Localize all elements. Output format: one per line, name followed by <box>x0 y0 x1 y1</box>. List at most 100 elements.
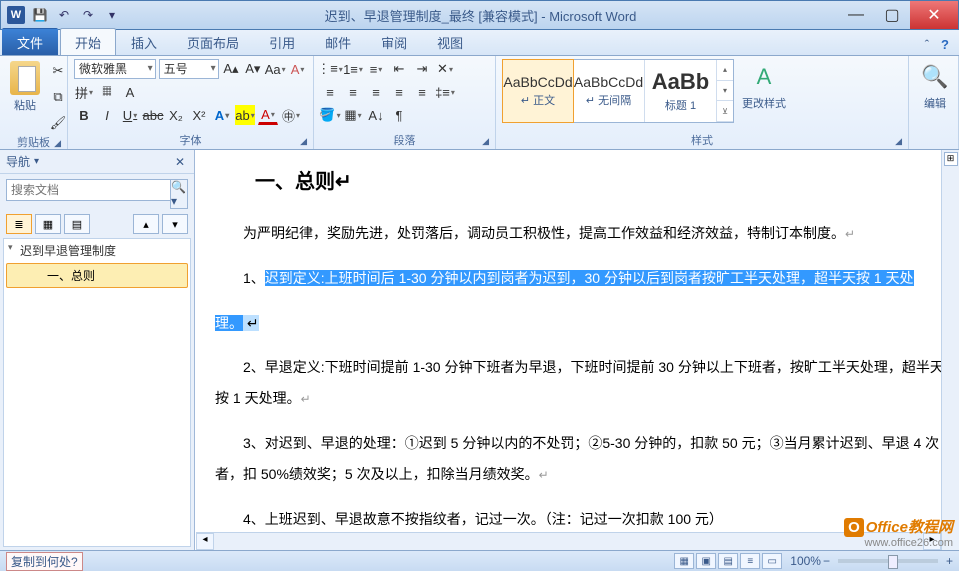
ribbon-minimize-icon[interactable]: ˆ <box>925 37 929 52</box>
italic-button[interactable]: I <box>97 105 117 125</box>
view-print-layout[interactable]: ▦ <box>674 553 694 569</box>
clipboard-launcher[interactable]: ◢ <box>54 138 61 149</box>
sort-button[interactable]: A↓ <box>366 105 386 125</box>
close-button[interactable]: ✕ <box>910 1 958 29</box>
gallery-more[interactable]: ⊻ <box>717 101 733 122</box>
doc-p3[interactable]: 2、早退定义:下班时间提前 1-30 分钟下班者为早退，下班时间提前 30 分钟… <box>215 352 949 414</box>
font-size-combo[interactable]: 五号 <box>159 59 219 79</box>
gallery-down[interactable]: ▾ <box>717 81 733 102</box>
tab-mailings[interactable]: 邮件 <box>310 28 366 55</box>
tab-view[interactable]: 视图 <box>422 28 478 55</box>
doc-p4[interactable]: 3、对迟到、早退的处理：①迟到 5 分钟以内的不处罚；②5-30 分钟的，扣款 … <box>215 428 949 490</box>
page-content[interactable]: 一、总则↵ 为严明纪律，奖励先进，处罚落后，调动员工积极性，提高工作效益和经济效… <box>195 150 959 550</box>
tab-home[interactable]: 开始 <box>60 28 116 55</box>
nav-tab-pages[interactable]: ▦ <box>35 214 61 234</box>
qat-undo[interactable]: ↶ <box>53 4 75 26</box>
nav-tab-results[interactable]: ▤ <box>64 214 90 234</box>
inc-indent-button[interactable]: ⇥ <box>412 59 432 79</box>
font-family-combo[interactable]: 微软雅黑 <box>74 59 156 79</box>
tab-insert[interactable]: 插入 <box>116 28 172 55</box>
bold-button[interactable]: B <box>74 105 94 125</box>
shading-button[interactable]: 🪣 <box>320 105 340 125</box>
doc-p1[interactable]: 为严明纪律，奖励先进，处罚落后，调动员工积极性，提高工作效益和经济效益，特制订本… <box>215 218 949 249</box>
line-spacing-button[interactable]: ‡≡ <box>435 82 455 102</box>
style-normal[interactable]: AaBbCcDd ↵ 正文 <box>502 59 574 123</box>
zoom-level[interactable]: 100% <box>790 554 821 568</box>
align-left-button[interactable]: ≡ <box>320 82 340 102</box>
font-color-button[interactable]: A <box>258 105 278 125</box>
zoom-in[interactable]: + <box>946 554 953 568</box>
styles-gallery[interactable]: AaBbCcDd ↵ 正文 AaBbCcDd ↵ 无间隔 AaBb 标题 1 ▴… <box>502 59 734 123</box>
view-draft[interactable]: ▭ <box>762 553 782 569</box>
nav-next[interactable]: ▾ <box>162 214 188 234</box>
style-nospacing[interactable]: AaBbCcDd ↵ 无间隔 <box>573 60 645 122</box>
char-shading-button[interactable]: A <box>120 82 140 102</box>
tree-root[interactable]: 迟到早退管理制度 <box>4 239 190 262</box>
doc-p2[interactable]: 1、迟到定义:上班时间后 1-30 分钟以内到岗者为迟到，30 分钟以后到岗者按… <box>215 263 949 294</box>
doc-heading[interactable]: 一、总则↵ <box>215 160 949 204</box>
vertical-scrollbar[interactable]: ⊞ <box>941 150 959 550</box>
nav-prev[interactable]: ▴ <box>133 214 159 234</box>
gallery-up[interactable]: ▴ <box>717 60 733 81</box>
clear-format-button[interactable]: A <box>288 59 307 79</box>
phonetic-button[interactable]: 拼 <box>74 82 94 102</box>
nav-tab-headings[interactable]: ≣ <box>6 214 32 234</box>
enclose-button[interactable]: ㊥ <box>281 105 301 125</box>
borders-button[interactable]: ▦ <box>343 105 363 125</box>
numbering-button[interactable]: 1≡ <box>343 59 363 79</box>
align-right-button[interactable]: ≡ <box>366 82 386 102</box>
minimize-button[interactable]: — <box>838 1 874 29</box>
nav-search-button[interactable]: 🔍▾ <box>170 179 188 209</box>
style-heading1[interactable]: AaBb 标题 1 <box>645 60 717 122</box>
align-center-button[interactable]: ≡ <box>343 82 363 102</box>
selected-text[interactable]: 迟到定义:上班时间后 1-30 分钟以内到岗者为迟到，30 分钟以后到岗者按旷工… <box>265 270 914 286</box>
zoom-slider[interactable] <box>838 559 938 563</box>
styles-launcher[interactable]: ◢ <box>895 136 902 147</box>
para-launcher[interactable]: ◢ <box>482 136 489 147</box>
change-styles-button[interactable]: A 更改样式 <box>738 59 790 113</box>
view-outline[interactable]: ≡ <box>740 553 760 569</box>
qat-redo[interactable]: ↷ <box>77 4 99 26</box>
nav-search-input[interactable] <box>6 179 170 201</box>
show-marks-button[interactable]: ¶ <box>389 105 409 125</box>
bullets-button[interactable]: ⋮≡ <box>320 59 340 79</box>
tab-references[interactable]: 引用 <box>254 28 310 55</box>
format-painter-button[interactable]: 🖌 <box>48 113 68 133</box>
paste-button[interactable]: 粘贴 <box>6 59 44 115</box>
grow-font-button[interactable]: A▴ <box>222 59 241 79</box>
maximize-button[interactable]: ▢ <box>874 1 910 29</box>
asian-layout-button[interactable]: ✕ <box>435 59 455 79</box>
dec-indent-button[interactable]: ⇤ <box>389 59 409 79</box>
subscript-button[interactable]: X₂ <box>166 105 186 125</box>
nav-close[interactable]: ✕ <box>172 155 188 169</box>
superscript-button[interactable]: X² <box>189 105 209 125</box>
font-launcher[interactable]: ◢ <box>300 136 307 147</box>
underline-button[interactable]: U <box>120 105 140 125</box>
strike-button[interactable]: abc <box>143 105 163 125</box>
nav-dropdown[interactable]: ▾ <box>34 156 39 167</box>
doc-p5[interactable]: 4、上班迟到、早退故意不按指纹者，记过一次。（注：记过一次扣款 100 元） <box>215 504 949 535</box>
help-icon[interactable]: ? <box>941 37 949 52</box>
change-case-button[interactable]: Aa <box>265 59 285 79</box>
ruler-toggle[interactable]: ⊞ <box>944 152 958 166</box>
qat-save[interactable]: 💾 <box>29 4 51 26</box>
align-justify-button[interactable]: ≡ <box>389 82 409 102</box>
tree-child-1[interactable]: 一、总则 <box>6 263 188 288</box>
hscroll-left[interactable]: ◂ <box>196 533 214 550</box>
horizontal-scrollbar[interactable]: ◂ ▸ <box>196 532 941 550</box>
zoom-out[interactable]: − <box>823 554 830 568</box>
text-effect-button[interactable]: A <box>212 105 232 125</box>
hscroll-right[interactable]: ▸ <box>923 533 941 550</box>
view-web[interactable]: ▤ <box>718 553 738 569</box>
tab-file[interactable]: 文件 <box>2 28 58 55</box>
qat-more[interactable]: ▾ <box>101 4 123 26</box>
document-area[interactable]: 一、总则↵ 为严明纪律，奖励先进，处罚落后，调动员工积极性，提高工作效益和经济效… <box>195 150 959 550</box>
highlight-button[interactable]: ab <box>235 105 255 125</box>
border-button[interactable]: 𝄜 <box>97 82 117 102</box>
multilevel-button[interactable]: ≡ <box>366 59 386 79</box>
view-fullscreen[interactable]: ▣ <box>696 553 716 569</box>
shrink-font-button[interactable]: A▾ <box>243 59 262 79</box>
editing-button[interactable]: 🔍 编辑 <box>915 59 955 113</box>
cut-button[interactable]: ✂ <box>48 61 68 81</box>
copy-button[interactable]: ⧉ <box>48 87 68 107</box>
